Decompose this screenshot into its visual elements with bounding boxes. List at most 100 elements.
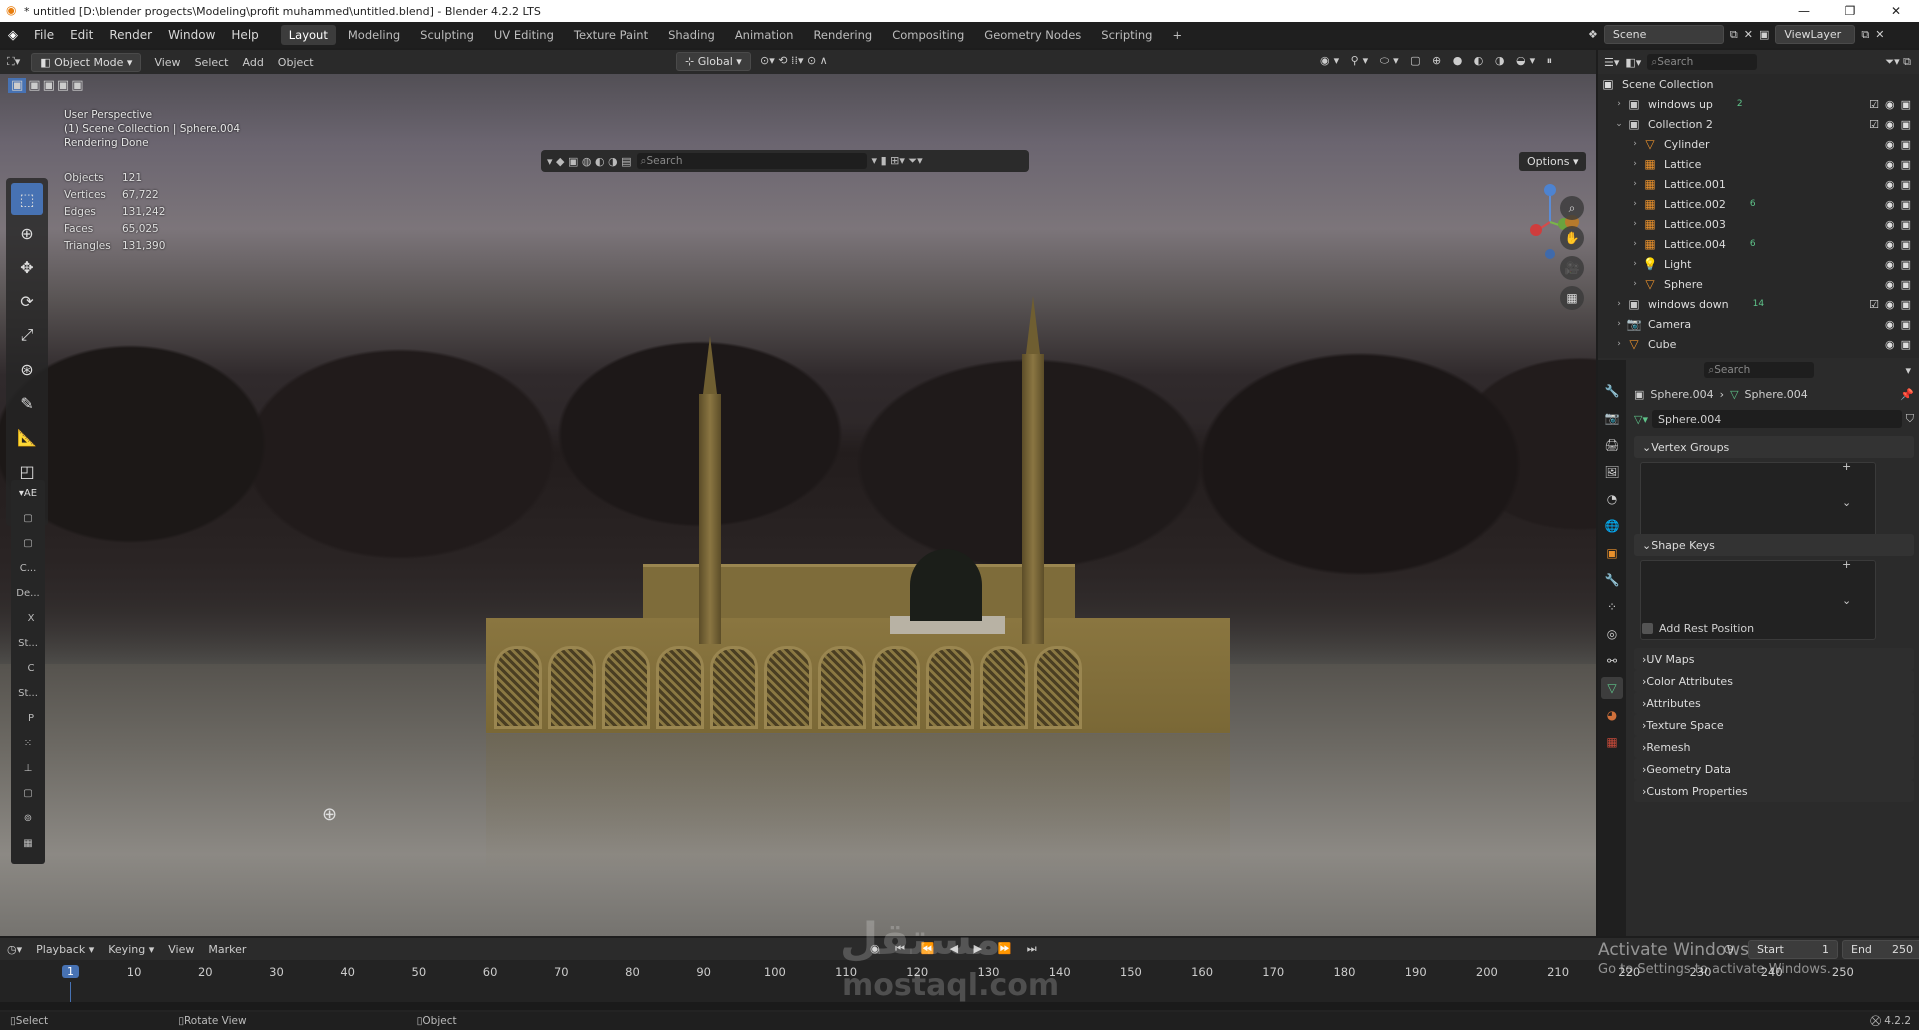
eye-icon[interactable]: ◉ (1885, 298, 1895, 311)
transform-orientation-dropdown[interactable]: ⊹ Global ▾ (676, 52, 751, 71)
eye-icon[interactable]: ◉ (1885, 218, 1895, 231)
panel-uv-maps[interactable]: › UV Maps (1634, 648, 1914, 670)
outliner-item[interactable]: › ▦ Lattice.003 ◉ ▣ (1598, 214, 1919, 234)
chevron-down-icon[interactable]: ⌄ (1612, 119, 1626, 129)
eye-icon[interactable]: ◉ (1885, 318, 1895, 331)
tab-texture-paint[interactable]: Texture Paint (566, 25, 656, 45)
delete-scene-icon[interactable]: ✕ (1744, 28, 1753, 41)
side-tool-icon[interactable]: ▢ (11, 782, 45, 805)
eye-icon[interactable]: ◉ (1885, 338, 1895, 351)
menu-object[interactable]: Object (271, 56, 321, 69)
scene-icon[interactable]: ❖ (1588, 28, 1598, 41)
mode-dropdown[interactable]: ◧ Object Mode ▾ (31, 52, 142, 72)
menu-edit[interactable]: Edit (62, 28, 101, 42)
constraints-tab-icon[interactable]: ⚯ (1601, 650, 1623, 672)
add-shape-key-icon[interactable]: + (1842, 558, 1851, 571)
chevron-right-icon[interactable]: › (1628, 199, 1642, 209)
select-invert-icon[interactable]: ▣ (57, 78, 69, 93)
outliner-item[interactable]: › ▽ Cube ◉ ▣ (1598, 334, 1919, 354)
panel-custom-properties[interactable]: › Custom Properties (1634, 780, 1914, 802)
eye-icon[interactable]: ◉ (1885, 258, 1895, 271)
camera-render-icon[interactable]: ▣ (1901, 98, 1911, 111)
side-item-p[interactable]: P (11, 707, 45, 730)
chevron-right-icon[interactable]: › (1628, 219, 1642, 229)
camera-view-icon[interactable]: 🎥 (1560, 256, 1584, 280)
properties-options-icon[interactable]: ▾ (1905, 364, 1911, 377)
scene-tab-icon[interactable]: ◔ (1601, 488, 1623, 510)
menu-keying[interactable]: Keying ▾ (101, 943, 161, 956)
chevron-right-icon[interactable]: › (1612, 339, 1626, 349)
view-layer-selector[interactable]: ViewLayer (1775, 25, 1856, 44)
add-rest-position-checkbox[interactable]: Add Rest Position (1642, 622, 1754, 635)
tab-scripting[interactable]: Scripting (1093, 25, 1160, 45)
outliner-item[interactable]: › ▦ Lattice.004 6 ◉ ▣ (1598, 234, 1919, 254)
panel-remesh[interactable]: › Remesh (1634, 736, 1914, 758)
properties-search-input[interactable]: ⌕ Search (1704, 362, 1815, 378)
modifier-tab-icon[interactable]: 🔧 (1601, 569, 1623, 591)
eye-icon[interactable]: ◉ (1885, 118, 1895, 131)
tab-uv-editing[interactable]: UV Editing (486, 25, 562, 45)
outliner-item[interactable]: › ▦ Lattice.001 ◉ ▣ (1598, 174, 1919, 194)
side-item-de[interactable]: De... (11, 582, 45, 605)
tab-animation[interactable]: Animation (727, 25, 802, 45)
close-icon[interactable]: ✕ (1873, 0, 1919, 22)
eye-icon[interactable]: ◉ (1885, 138, 1895, 151)
tab-compositing[interactable]: Compositing (884, 25, 972, 45)
outliner-search-input[interactable]: ⌕ Search (1647, 54, 1758, 70)
side-tool-icon[interactable]: ⁙ (11, 732, 45, 755)
blender-menu-icon[interactable]: ◈ (0, 28, 26, 43)
timeline-scrollbar[interactable] (0, 1002, 1919, 1010)
viewport-search-input[interactable]: ⌕ Search (636, 153, 867, 169)
cursor-tool-icon[interactable]: ⊕ (11, 217, 43, 249)
panel-geometry-data[interactable]: › Geometry Data (1634, 758, 1914, 780)
chevron-right-icon[interactable]: › (1628, 179, 1642, 189)
scale-tool-icon[interactable]: ⤢ (11, 319, 43, 351)
chevron-right-icon[interactable]: › (1628, 239, 1642, 249)
select-subtract-icon[interactable]: ▣ (43, 78, 55, 93)
menu-add[interactable]: Add (236, 56, 271, 69)
chevron-right-icon[interactable]: › (1628, 279, 1642, 289)
pivot-icon[interactable]: ⊙▾ ⟲ ⁞⁞▾ ⊙ ∧ (760, 54, 828, 67)
camera-render-icon[interactable]: ▣ (1901, 198, 1911, 211)
chevron-right-icon[interactable]: › (1612, 99, 1626, 109)
move-tool-icon[interactable]: ✥ (11, 251, 43, 283)
vertex-group-menu-icon[interactable]: ⌄ (1842, 496, 1851, 509)
current-frame-indicator[interactable]: 1 (62, 965, 79, 978)
select-intersect-icon[interactable]: ▣ (71, 78, 83, 93)
transform-tool-icon[interactable]: ⊛ (11, 353, 43, 385)
outliner-item[interactable]: › ▣ windows down 14 ☑ ◉ ▣ (1598, 294, 1919, 314)
eye-icon[interactable]: ◉ (1885, 178, 1895, 191)
camera-render-icon[interactable]: ▣ (1901, 338, 1911, 351)
tab-layout[interactable]: Layout (280, 25, 336, 45)
output-tab-icon[interactable]: 🖨 (1601, 434, 1623, 456)
side-tool-icon[interactable]: ⊚ (11, 807, 45, 830)
material-tab-icon[interactable]: ◕ (1601, 704, 1623, 726)
add-vertex-group-icon[interactable]: + (1842, 460, 1851, 473)
chevron-right-icon[interactable]: › (1612, 319, 1626, 329)
camera-render-icon[interactable]: ▣ (1901, 298, 1911, 311)
outliner-item[interactable]: › ▽ Cylinder ◉ ▣ (1598, 134, 1919, 154)
navigation-gizmo-icon[interactable] (1510, 182, 1590, 262)
outliner-item[interactable]: › ▣ windows up 2 ☑ ◉ ▣ (1598, 94, 1919, 114)
filter-funnel-icon[interactable]: ⏷▾ ⧉ (1885, 55, 1911, 69)
side-item-blank[interactable]: ▢ (11, 507, 45, 530)
camera-render-icon[interactable]: ▣ (1901, 138, 1911, 151)
view-layer-tab-icon[interactable]: 🖼 (1601, 461, 1623, 483)
side-tab-ae[interactable]: ▾ AE (11, 482, 45, 505)
data-tab-icon[interactable]: ▽ (1601, 677, 1623, 699)
tab-rendering[interactable]: Rendering (805, 25, 880, 45)
menu-view[interactable]: View (161, 943, 201, 956)
menu-help[interactable]: Help (223, 28, 266, 42)
chevron-right-icon[interactable]: › (1612, 299, 1626, 309)
fake-user-icon[interactable]: ⛉ (1906, 412, 1914, 426)
3d-viewport[interactable]: User Perspective (1) Scene Collection | … (0, 74, 1596, 936)
outliner-item[interactable]: › ▦ Lattice ◉ ▣ (1598, 154, 1919, 174)
mesh-name-field[interactable]: Sphere.004 (1651, 410, 1902, 428)
side-item-st[interactable]: St... (11, 632, 45, 655)
side-item-st2[interactable]: St... (11, 682, 45, 705)
options-button[interactable]: Options ▾ (1519, 152, 1587, 171)
minimize-icon[interactable]: — (1781, 0, 1827, 22)
3d-cursor-icon[interactable]: ⊕ (322, 804, 337, 825)
perspective-toggle-icon[interactable]: ▦ (1560, 286, 1584, 310)
camera-render-icon[interactable]: ▣ (1901, 238, 1911, 251)
